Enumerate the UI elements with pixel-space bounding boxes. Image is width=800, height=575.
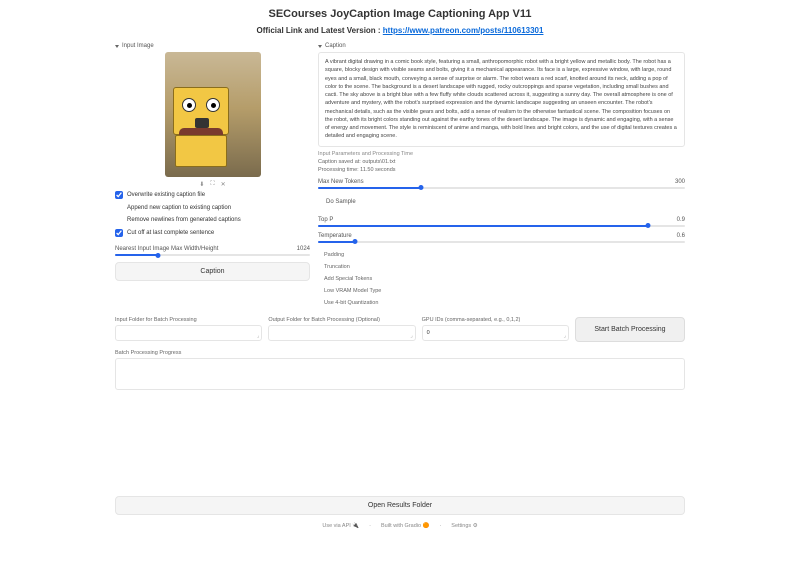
subtitle: Official Link and Latest Version : https… [115, 26, 685, 35]
overwrite-checkbox[interactable] [115, 191, 123, 199]
imgwidth-slider[interactable] [115, 254, 310, 256]
gpu-ids-label: GPU IDs (comma-separated, e.g., 0,1,2) [422, 317, 569, 323]
temp-label: Temperature [318, 233, 352, 239]
opt-low-vram[interactable]: Low VRAM Model Type [318, 285, 685, 297]
progress-area [115, 358, 685, 390]
caption-output[interactable]: A vibrant digital drawing in a comic boo… [318, 52, 685, 147]
input-folder-field[interactable]: ⌟ [115, 325, 262, 341]
opt-padding[interactable]: Padding [318, 249, 685, 261]
fullscreen-icon[interactable]: ⛶ [210, 181, 214, 188]
overwrite-label: Overwrite existing caption file [127, 192, 205, 198]
info-line2: Processing time: 11.50 seconds [318, 167, 685, 173]
start-batch-button[interactable]: Start Batch Processing [575, 317, 685, 342]
cutoff-label: Cut off at last complete sentence [127, 230, 214, 236]
open-results-button[interactable]: Open Results Folder [115, 496, 685, 515]
patreon-link[interactable]: https://www.patreon.com/posts/110613301 [383, 26, 544, 35]
info-line1: Caption saved at: outputs\01.txt [318, 159, 685, 165]
maxtokens-value: 300 [675, 179, 685, 185]
topp-value: 0.9 [677, 217, 685, 223]
chevron-down-icon[interactable] [318, 45, 322, 48]
cutoff-checkbox[interactable] [115, 229, 123, 237]
topp-label: Top P [318, 217, 333, 223]
page-title: SECourses JoyCaption Image Captioning Ap… [115, 8, 685, 20]
footer-built[interactable]: Built with Gradio 🟠 [381, 523, 429, 529]
imgwidth-value: 1024 [297, 246, 310, 252]
append-label: Append new caption to existing caption [127, 205, 231, 211]
maxtokens-slider[interactable] [318, 187, 685, 189]
opt-special-tokens[interactable]: Add Special Tokens [318, 273, 685, 285]
input-folder-label: Input Folder for Batch Processing [115, 317, 262, 323]
remove-label: Remove newlines from generated captions [127, 217, 241, 223]
imgwidth-label: Nearest Input Image Max Width/Height [115, 246, 218, 252]
opt-truncation[interactable]: Truncation [318, 261, 685, 273]
caption-button[interactable]: Caption [115, 262, 310, 281]
opt-4bit[interactable]: Use 4-bit Quantization [318, 297, 685, 309]
footer-settings[interactable]: Settings ⚙ [451, 523, 477, 529]
gpu-ids-field[interactable]: 0⌟ [422, 325, 569, 341]
download-icon[interactable]: ⬇ [199, 181, 204, 188]
output-folder-field[interactable]: ⌟ [268, 325, 415, 341]
input-image[interactable] [165, 52, 261, 177]
progress-label: Batch Processing Progress [115, 350, 685, 356]
input-image-label: Input Image [122, 43, 154, 49]
caption-label: Caption [325, 43, 346, 49]
chevron-down-icon[interactable] [115, 45, 119, 48]
clear-icon[interactable]: ✕ [221, 181, 226, 188]
maxtokens-label: Max New Tokens [318, 179, 364, 185]
topp-slider[interactable] [318, 225, 685, 227]
footer-api[interactable]: Use via API 🔌 [322, 523, 359, 529]
temp-slider[interactable] [318, 241, 685, 243]
info-header: Input Parameters and Processing Time [318, 151, 685, 157]
dosample-label: Do Sample [326, 199, 356, 205]
temp-value: 0.6 [677, 233, 685, 239]
output-folder-label: Output Folder for Batch Processing (Opti… [268, 317, 415, 323]
